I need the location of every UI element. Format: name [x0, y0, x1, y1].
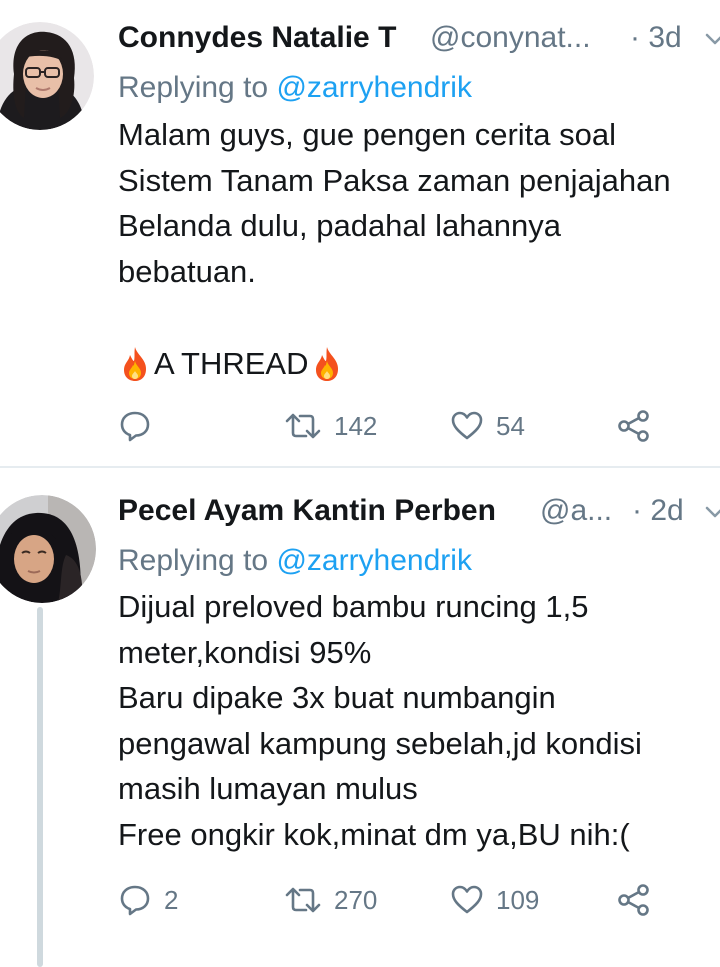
reply-button[interactable]	[118, 404, 164, 448]
fire-emoji-icon	[124, 347, 146, 381]
thread-connector-line	[37, 607, 43, 967]
tweet-text-line: Dijual preloved bambu runcing 1,5	[118, 589, 589, 624]
replying-to: Replying to @zarryhendrik	[118, 541, 472, 581]
retweet-icon	[285, 413, 321, 439]
like-icon	[451, 411, 483, 440]
like-count: 109	[496, 884, 540, 915]
more-caret-icon[interactable]	[704, 501, 720, 523]
tweet-1[interactable]: Connydes Natalie T @conynat... · 3d Repl…	[0, 0, 720, 467]
tweet-header: Pecel Ayam Kantin Perben @a... · 2d	[118, 487, 720, 535]
like-count: 54	[496, 410, 525, 441]
timestamp[interactable]: · 3d	[630, 14, 682, 62]
timestamp[interactable]: · 2d	[632, 487, 684, 535]
retweet-count: 142	[334, 410, 378, 441]
replying-prefix: Replying to	[118, 544, 269, 577]
tweet-text-line: Sistem Tanam Paksa zaman penjajahan	[118, 162, 671, 198]
display-name[interactable]: Pecel Ayam Kantin Perben	[118, 487, 496, 535]
share-icon	[618, 884, 649, 916]
replying-mention-link[interactable]: @zarryhendrik	[276, 544, 472, 577]
reply-button[interactable]: 2	[118, 878, 178, 922]
tweet-actions: 2 270 109	[118, 878, 678, 922]
thread-label-text: A THREAD	[154, 346, 309, 381]
tweet-text-line: Free ongkir kok,minat dm ya,BU nih:(	[118, 816, 630, 852]
avatar[interactable]	[0, 495, 96, 603]
replying-to: Replying to @zarryhendrik	[118, 68, 472, 108]
tweet-text-line: meter,kondisi 95%	[118, 634, 372, 670]
retweet-icon	[285, 887, 321, 913]
replying-prefix: Replying to	[118, 71, 269, 104]
share-button[interactable]	[616, 404, 652, 448]
tweet-actions: 142 54	[118, 404, 678, 448]
tweet-text: Dijual preloved bambu runcing 1,5 meter,…	[118, 584, 720, 857]
tweet-text-line: Baru dipake 3x buat numbangin	[118, 680, 556, 715]
user-handle[interactable]: @a...	[540, 487, 612, 535]
tweet-text-line: pengawal kampung sebelah,jd kondisi	[118, 725, 642, 761]
display-name[interactable]: Connydes Natalie T	[118, 14, 396, 62]
tweet-2[interactable]: Pecel Ayam Kantin Perben @a... · 2d Repl…	[0, 467, 720, 967]
tweet-text-line: Malam guys, gue pengen cerita soal	[118, 117, 617, 152]
thread-label: A THREAD	[120, 342, 342, 386]
reply-icon	[120, 885, 150, 916]
share-icon	[618, 410, 649, 442]
reply-icon	[120, 411, 150, 442]
retweet-button[interactable]: 142	[284, 404, 377, 448]
reply-count: 2	[164, 884, 179, 915]
retweet-button[interactable]: 270	[284, 878, 377, 922]
like-icon	[451, 885, 483, 914]
tweet-text-line: Belanda dulu, padahal lahannya	[118, 208, 561, 243]
tweet-header: Connydes Natalie T @conynat... · 3d	[118, 14, 720, 62]
retweet-count: 270	[334, 884, 378, 915]
tweet-text-line: masih lumayan mulus	[118, 771, 418, 806]
tweet-text: Malam guys, gue pengen cerita soal Siste…	[118, 112, 720, 294]
share-button[interactable]	[616, 878, 652, 922]
like-button[interactable]: 54	[450, 404, 525, 448]
fire-emoji-icon	[316, 347, 339, 381]
user-handle[interactable]: @conynat...	[430, 14, 591, 62]
like-button[interactable]: 109	[450, 878, 539, 922]
replying-mention-link[interactable]: @zarryhendrik	[276, 71, 472, 104]
more-caret-icon[interactable]	[704, 28, 720, 50]
avatar[interactable]	[0, 22, 94, 130]
tweet-text-line: bebatuan.	[118, 253, 256, 289]
